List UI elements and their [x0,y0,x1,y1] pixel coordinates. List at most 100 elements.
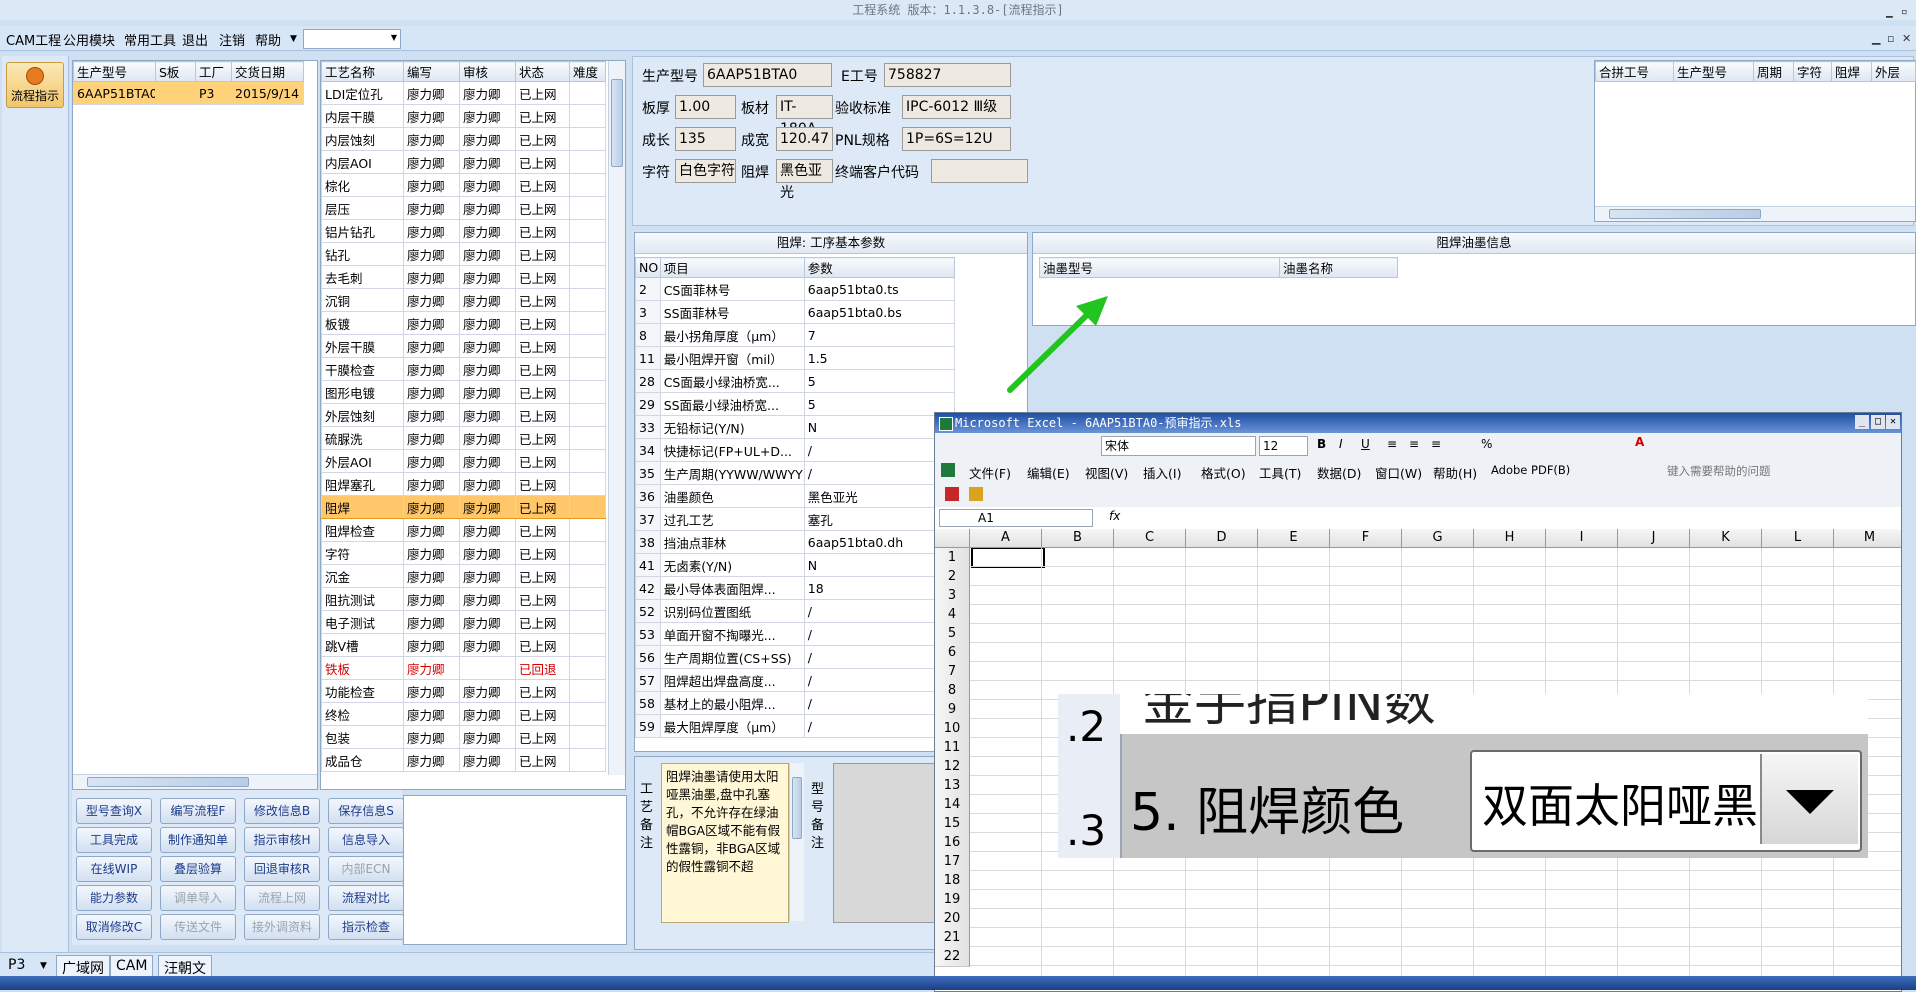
percent-icon[interactable]: % [1481,437,1492,451]
material-field[interactable]: IT-180A [776,95,833,137]
col-merge-no[interactable]: 合拼工号 [1595,61,1674,82]
action-button[interactable]: 调单导入 [160,885,236,911]
menu-tools[interactable]: 常用工具 [124,30,176,49]
bold-icon[interactable]: B [1317,437,1326,451]
excel-column-header[interactable]: H [1474,529,1546,548]
col-merge-outer[interactable]: 外层 [1871,61,1916,82]
table-row[interactable]: 阻焊检查 廖力卿 廖力卿 已上网 [321,518,606,542]
col-reviewer[interactable]: 审核 [459,61,516,82]
table-row[interactable]: 38 挡油点菲林 6aap51bta0.dh [635,530,956,554]
col-delivery[interactable]: 交货日期 [231,61,304,82]
font-select[interactable]: 宋体 [1101,436,1256,456]
align-left-icon[interactable]: ≡ [1387,437,1397,451]
restore-icon[interactable]: ▫ [1901,2,1908,22]
xl-menu-file[interactable]: 文件(F) [969,463,1011,482]
excel-row-header[interactable]: 13 [935,776,970,796]
table-row[interactable]: 29 SS面最小绿油桥宽... 5 [635,392,956,416]
excel-row-header[interactable]: 21 [935,928,970,948]
overlay-dropdown-button[interactable] [1760,754,1858,844]
action-button[interactable]: 修改信息B [244,798,320,824]
table-row[interactable]: 52 识别码位置图纸 / [635,599,956,623]
action-button[interactable]: 传送文件 [160,914,236,940]
table-row[interactable]: 41 无卤素(Y/N) N [635,553,956,577]
action-button[interactable]: 回退审核R [244,856,320,882]
table-row[interactable]: 内层干膜 廖力卿 廖力卿 已上网 [321,104,606,128]
action-button[interactable]: 在线WIP [76,856,152,882]
col-param[interactable]: 参数 [803,257,956,278]
table-row[interactable]: 28 CS面最小绿油桥宽... 5 [635,369,956,393]
excel-restore-icon[interactable]: □ [1871,415,1885,429]
scroll-thumb[interactable] [1609,209,1761,219]
col-s-board[interactable]: S板 [155,61,196,82]
table-row[interactable]: 沉金 廖力卿 廖力卿 已上网 [321,564,606,588]
col-ink-name[interactable]: 油墨名称 [1279,257,1398,278]
excel-row-header[interactable]: 1 [935,548,970,568]
table-row[interactable]: 34 快捷标记(FP+UL+D... / [635,438,956,462]
remark-text[interactable]: 阻焊油墨请使用太阳哑黑油墨,盘中孔塞孔，不允许存在绿油帽BGA区域不能有假性露铜… [661,763,789,923]
font-size-select[interactable]: 12 [1259,436,1308,456]
excel-row-header[interactable]: 17 [935,852,970,872]
excel-row-header[interactable]: 18 [935,871,970,891]
table-row[interactable]: 11 最小阻焊开窗（mil） 1.5 [635,346,956,370]
thickness-field[interactable]: 1.00 [675,95,736,119]
xl-menu-tools[interactable]: 工具(T) [1259,463,1301,482]
excel-column-header[interactable]: D [1186,529,1258,548]
action-button[interactable]: 型号查询X [76,798,152,824]
excel-row-header[interactable]: 5 [935,624,970,644]
action-button[interactable]: 编写流程F [160,798,236,824]
select-all-corner[interactable] [935,529,970,548]
col-process-name[interactable]: 工艺名称 [321,61,404,82]
menu-cam[interactable]: CAM工程 [6,30,61,49]
menu-exit[interactable]: 退出 [182,30,208,49]
excel-row-header[interactable]: 12 [935,757,970,777]
col-merge-cycle[interactable]: 周期 [1753,61,1794,82]
col-merge-model[interactable]: 生产型号 [1673,61,1754,82]
excel-row-header[interactable]: 7 [935,662,970,682]
table-row[interactable]: 板镀 廖力卿 廖力卿 已上网 [321,311,606,335]
col-writer[interactable]: 编写 [403,61,460,82]
table-row[interactable]: 沉铜 廖力卿 廖力卿 已上网 [321,288,606,312]
table-row[interactable]: 铝片钻孔 廖力卿 廖力卿 已上网 [321,219,606,243]
orders-hscroll[interactable] [73,774,317,789]
col-merge-char[interactable]: 字符 [1793,61,1832,82]
xl-menu-data[interactable]: 数据(D) [1317,463,1361,482]
table-row[interactable]: 8 最小拐角厚度（μm） 7 [635,323,956,347]
table-row[interactable]: 跳V槽 廖力卿 廖力卿 已上网 [321,633,606,657]
action-button[interactable]: 保存信息S [328,798,404,824]
model-field[interactable]: 6AAP51BTA0 [703,63,832,87]
excel-row-header[interactable]: 4 [935,605,970,625]
table-row[interactable]: 图形电镀 廖力卿 廖力卿 已上网 [321,380,606,404]
table-row[interactable]: 57 阻焊超出焊盘高度... / [635,668,956,692]
process-vscroll[interactable] [608,61,625,775]
excel-row-header[interactable]: 9 [935,700,970,720]
table-row[interactable]: 硫脲洗 廖力卿 廖力卿 已上网 [321,426,606,450]
scroll-thumb[interactable] [611,79,623,167]
action-button[interactable]: 接外调资料 [244,914,320,940]
table-row[interactable]: 58 基材上的最小阻焊... / [635,691,956,715]
table-row[interactable]: 电子测试 廖力卿 廖力卿 已上网 [321,610,606,634]
excel-minimize-icon[interactable]: _ [1855,415,1869,429]
excel-column-header[interactable]: F [1330,529,1402,548]
mdi-restore-icon[interactable]: ▫ [1887,32,1894,45]
col-no[interactable]: NO [635,257,661,278]
action-button[interactable]: 工具完成 [76,827,152,853]
table-row[interactable]: 外层干膜 廖力卿 廖力卿 已上网 [321,334,606,358]
action-button[interactable]: 制作通知单 [160,827,236,853]
excel-column-header[interactable]: G [1402,529,1474,548]
table-row[interactable]: 外层蚀刻 廖力卿 廖力卿 已上网 [321,403,606,427]
scroll-thumb[interactable] [792,777,802,839]
table-row[interactable]: 阻焊塞孔 廖力卿 廖力卿 已上网 [321,472,606,496]
standard-field[interactable]: IPC-6012 Ⅲ级 [902,95,1011,119]
table-row[interactable]: 钻孔 廖力卿 廖力卿 已上网 [321,242,606,266]
table-row[interactable]: 2 CS面菲林号 6aap51bta0.ts [635,277,956,301]
excel-row-header[interactable]: 3 [935,586,970,606]
excel-column-header[interactable]: I [1546,529,1618,548]
table-row[interactable]: 42 最小导体表面阻焊... 18 [635,576,956,600]
excel-column-header[interactable]: K [1690,529,1762,548]
table-row[interactable]: 6AAP51BTA0 P3 2015/9/14 [73,81,304,105]
excel-column-header[interactable]: C [1114,529,1186,548]
excel-column-header[interactable]: B [1042,529,1114,548]
excel-column-header[interactable]: A [970,529,1042,548]
col-difficulty[interactable]: 难度 [569,61,606,82]
col-merge-mask[interactable]: 阻焊 [1831,61,1872,82]
